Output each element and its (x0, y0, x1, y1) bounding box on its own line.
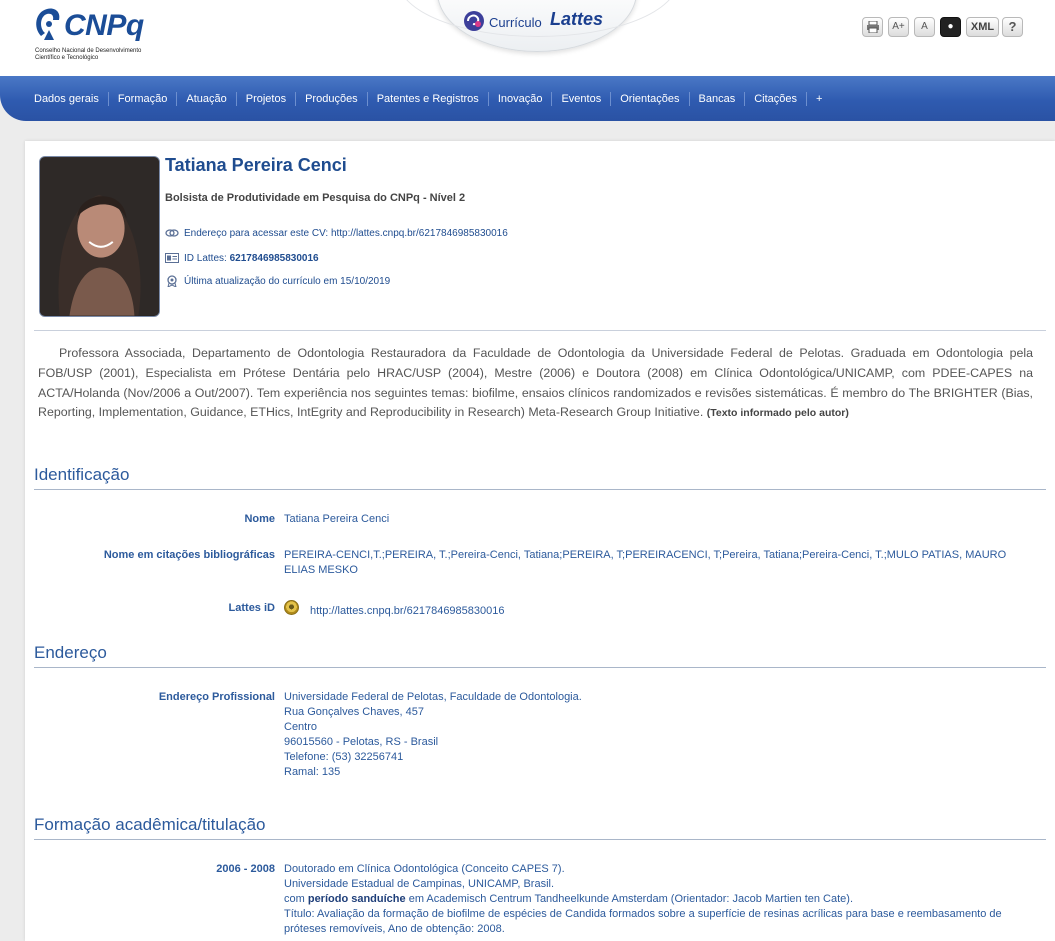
lattes-word: Lattes (550, 9, 604, 29)
last-update-text: Última atualização do currículo em 15/10… (184, 275, 391, 287)
name-value: Tatiana Pereira Cenci (284, 513, 390, 525)
cnpq-logo[interactable]: CNPq Conselho Nacional de Desenvolviment… (33, 6, 163, 66)
badge-icon (167, 275, 177, 287)
nav-item[interactable]: Dados gerais (25, 92, 108, 106)
education-period: 2006 - 2008 (216, 863, 275, 875)
nav-item[interactable]: Bancas (688, 91, 745, 106)
cv-address-label: Endereço para acessar este CV: (184, 227, 329, 239)
font-increase-button[interactable]: A+ (888, 17, 909, 37)
address-line: Telefone: (53) 32256741 (284, 751, 404, 763)
lattes-id-label: ID Lattes: (184, 252, 227, 264)
abstract-note: (Texto informado pelo autor) (706, 407, 849, 420)
xml-button[interactable]: XML (966, 17, 999, 37)
nav-item[interactable]: + (806, 91, 831, 106)
sandwich-suffix: em Academisch Centrum Tandheelkunde Amst… (408, 893, 853, 905)
cnpq-logo-word: CNPq (64, 9, 144, 42)
name-label: Nome (244, 513, 275, 525)
address-block: Universidade Federal de Pelotas, Faculda… (284, 690, 1024, 780)
lattes-prefix: Currículo (489, 15, 542, 30)
contrast-button[interactable]: ● (940, 17, 961, 37)
education-thesis: Título: Avaliação da formação de biofilm… (284, 908, 1002, 935)
section-rule (34, 839, 1046, 840)
education-sandwich: com período sanduíche em Academisch Cent… (284, 892, 1014, 907)
section-rule (34, 667, 1046, 668)
cnpq-logo-subtitle: Conselho Nacional de Desenvolvimento Cie… (35, 48, 142, 61)
address-line: Centro (284, 721, 318, 733)
citations-value: PEREIRA-CENCI,T.;PEREIRA, T.;Pereira-Cen… (284, 549, 1007, 576)
abstract: Professora Associada, Departamento de Od… (38, 344, 1033, 424)
main-nav: Dados gerais Formação Atuação Projetos Produ… (0, 76, 1055, 121)
lattes-id-line: ID Lattes: 6217846985830016 (165, 252, 319, 264)
last-update-line: Última atualização do currículo em 15/10… (165, 275, 390, 287)
help-button[interactable]: ? (1002, 17, 1023, 37)
curriculum-content: Tatiana Pereira Cenci Bolsista de Produt… (25, 141, 1055, 941)
section-title-formacao: Formação acadêmica/titulação (34, 815, 266, 834)
divider (34, 330, 1046, 331)
education-course-note: (Conceito CAPES 7). (461, 863, 565, 875)
education-course: Doutorado em Clínica Odontológica (284, 863, 459, 875)
education-course-line: Doutorado em Clínica Odontológica (Conce… (284, 862, 1014, 877)
address-line: Rua Gonçalves Chaves, 457 (284, 706, 425, 718)
abstract-text: Professora Associada, Departamento de Od… (38, 346, 1033, 420)
address-line: 96015560 - Pelotas, RS - Brasil (284, 736, 439, 748)
lattes-icon (464, 11, 484, 31)
lattes-id-link[interactable]: http://lattes.cnpq.br/6217846985830016 (310, 604, 1050, 619)
cv-address-line: Endereço para acessar este CV: http://la… (165, 227, 508, 239)
sandwich-bold: período sanduíche (307, 893, 406, 905)
section-title-endereco: Endereço (34, 643, 107, 662)
nav-item[interactable]: Produções (295, 91, 367, 106)
lattes-id-field-label: Lattes iD (228, 602, 275, 614)
address-label: Endereço Profissional (158, 691, 275, 703)
section-title-identificacao: Identificação (34, 465, 130, 484)
font-reset-button[interactable]: A (914, 17, 935, 37)
print-icon[interactable] (862, 17, 883, 37)
citations-label: Nome em citações bibliográficas (103, 549, 275, 561)
nav-item[interactable]: Citações (744, 91, 806, 106)
nav-item[interactable]: Atuação (176, 91, 235, 106)
cnpq-logo-icon (36, 8, 60, 40)
site-header: CNPq Conselho Nacional de Desenvolviment… (0, 0, 1055, 76)
nav-item[interactable]: Formação (107, 91, 177, 106)
address-line: Ramal: 135 (284, 766, 341, 778)
nav-item[interactable]: Orientações (610, 91, 688, 106)
sandwich-prefix: com (284, 893, 305, 905)
profile-fellowship: Bolsista de Produtividade em Pesquisa do… (165, 192, 466, 204)
nav-item[interactable]: Eventos (551, 91, 610, 106)
education-institution: Universidade Estadual de Campinas, UNICA… (284, 878, 555, 890)
section-rule (34, 489, 1046, 490)
orcid-icon (284, 600, 299, 615)
address-line: Universidade Federal de Pelotas, Faculda… (284, 691, 582, 703)
profile-photo-image (40, 157, 159, 316)
link-icon (165, 229, 179, 237)
education-entry: Doutorado em Clínica Odontológica (Conce… (284, 862, 1014, 937)
id-card-icon (165, 253, 179, 263)
lattes-id-value: 6217846985830016 (229, 252, 319, 264)
nav-items: Dados gerais Formação Atuação Projetos Produ… (25, 76, 831, 121)
profile-photo (39, 156, 160, 317)
cv-address-link[interactable]: http://lattes.cnpq.br/6217846985830016 (331, 228, 508, 239)
nav-item[interactable]: Inovação (487, 91, 552, 106)
nav-item[interactable]: Patentes e Registros (366, 91, 488, 106)
profile-name: Tatiana Pereira Cenci (165, 155, 347, 175)
nav-item[interactable]: Projetos (235, 91, 295, 106)
